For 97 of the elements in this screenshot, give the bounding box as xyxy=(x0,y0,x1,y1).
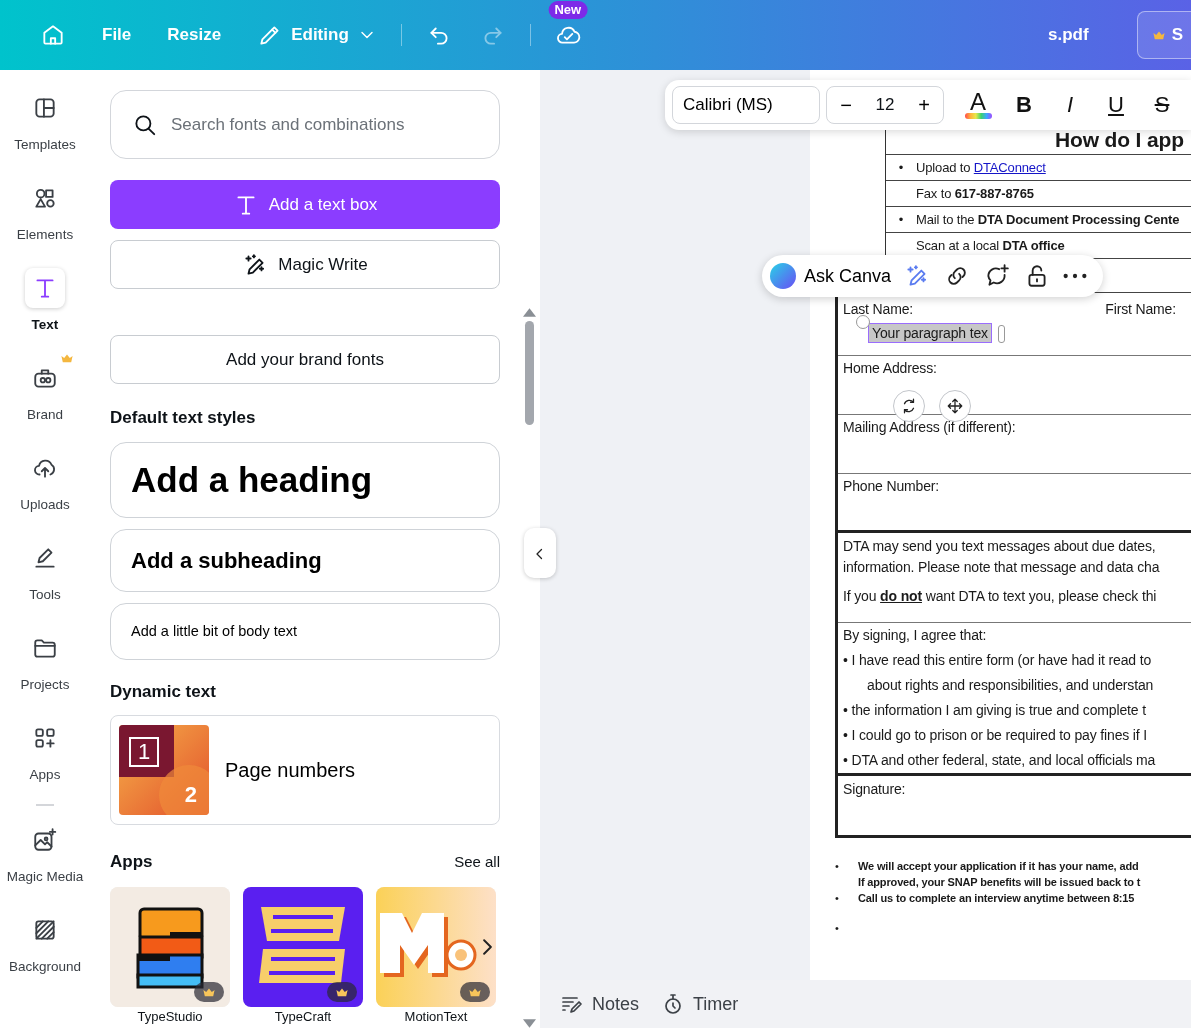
app-name: MotionText xyxy=(404,1009,468,1025)
bullet: • xyxy=(835,859,840,874)
scrollbar-thumb[interactable] xyxy=(524,321,534,425)
font-size-field[interactable]: − 12 + xyxy=(826,86,944,124)
list-text: Scan at a local DTA office xyxy=(916,236,1065,255)
section-title: Default text styles xyxy=(110,408,257,429)
chevron-right-icon xyxy=(483,939,492,956)
link[interactable]: DTAConnect xyxy=(973,159,1046,175)
body-style-button[interactable]: Add a little bit of body text xyxy=(110,603,500,661)
field-label: First Name: xyxy=(1105,300,1176,319)
timer-button[interactable]: Timer xyxy=(661,990,739,1018)
more-icon xyxy=(1063,273,1088,279)
crown-icon xyxy=(335,986,349,999)
app-name: TypeStudio xyxy=(137,1009,203,1025)
document-text: information. Please note that message and data cha xyxy=(843,558,1161,577)
sidebar-tab[interactable]: Brand xyxy=(0,358,90,448)
subheading-style-button[interactable]: Add a subheading xyxy=(110,529,500,593)
page-numbers-card[interactable]: 1 2 Page numbers xyxy=(110,714,500,825)
magic-write-button[interactable]: Magic Write xyxy=(110,240,500,289)
crown-icon xyxy=(1151,29,1166,41)
file-name: s.pdf xyxy=(1048,24,1089,47)
sidebar-tab[interactable]: Background xyxy=(0,910,90,1000)
page-digit: 2 xyxy=(184,780,197,809)
document-text: DTA may send you text messages about due dates, xyxy=(843,537,1157,556)
sidebar-tab[interactable]: Text xyxy=(0,268,90,358)
section-title: Apps xyxy=(110,851,153,873)
apps-icon xyxy=(32,725,58,751)
italic-button[interactable]: I xyxy=(1050,94,1090,116)
add-text-box-button[interactable]: Add a text box xyxy=(110,180,500,229)
color-bar xyxy=(964,113,992,119)
field-label: Home Address: xyxy=(843,360,937,376)
sidebar-tab[interactable]: Elements xyxy=(0,178,90,268)
bold-button[interactable]: B xyxy=(1004,94,1044,116)
new-badge: New xyxy=(548,1,588,19)
sidebar-tab[interactable]: Magic Media xyxy=(0,820,90,910)
section-title: Dynamic text xyxy=(110,682,217,703)
document-text: We will accept your application if it has your name, add xyxy=(858,859,1139,874)
sidebar-tab[interactable]: Apps xyxy=(0,718,90,808)
decrease-button[interactable]: − xyxy=(831,90,861,120)
next-button[interactable] xyxy=(483,939,492,956)
bullet: • xyxy=(835,921,840,936)
bullet: • xyxy=(897,158,905,177)
field-label: Phone Number: xyxy=(843,478,940,494)
document-text: • the information I am giving is true and complete t xyxy=(843,701,1147,720)
bullet: • xyxy=(835,891,840,906)
see-all-link[interactable]: See all xyxy=(454,850,500,874)
list-text: Fax to 617-887-8765 xyxy=(916,184,1034,203)
document-text: • I could go to prison or be required to pay fines if I xyxy=(843,726,1149,745)
scroll-up-icon[interactable] xyxy=(522,308,536,317)
more-button[interactable] xyxy=(1063,273,1088,279)
ask-canva-button[interactable]: Ask Canva xyxy=(770,262,892,290)
app-name: TypeCraft xyxy=(274,1009,332,1025)
scroll-down-icon[interactable] xyxy=(522,1019,536,1028)
pen-icon xyxy=(32,545,58,571)
field-label: Signature: xyxy=(843,781,906,797)
crown-icon xyxy=(468,986,482,999)
increase-button[interactable]: + xyxy=(909,90,939,120)
list-text: Mail to the DTA Document Processing Cente xyxy=(916,210,1180,229)
sidebar-tab[interactable]: Uploads xyxy=(0,448,90,538)
share-button[interactable]: S xyxy=(1136,11,1191,59)
layout-icon xyxy=(32,95,58,121)
bullet: • xyxy=(897,210,905,229)
field-label: Mailing Address (if different): xyxy=(843,419,1016,435)
underline-button[interactable]: U xyxy=(1096,94,1136,116)
resize-handle[interactable] xyxy=(998,325,1005,343)
search-field[interactable]: Search fonts and combinations xyxy=(110,90,500,159)
move-icon xyxy=(946,397,964,415)
sidebar-tab[interactable]: Tools xyxy=(0,538,90,628)
image-icon xyxy=(32,827,58,853)
field-label: Last Name: xyxy=(843,300,914,319)
sidebar-tab[interactable]: Projects xyxy=(0,628,90,718)
heading-style-button[interactable]: Add a heading xyxy=(110,442,500,519)
document-text: By signing, I agree that: xyxy=(843,626,988,645)
text-color-button[interactable]: A xyxy=(958,91,998,119)
document-text: If you do not want DTA to text you, please check thi xyxy=(843,587,1158,606)
app-tile[interactable] xyxy=(110,887,230,1008)
document-text: • DTA and other federal, state, and local officials ma xyxy=(843,751,1157,770)
crown-icon xyxy=(202,986,216,999)
selected-text-box[interactable]: Your paragraph tex xyxy=(868,323,992,343)
strike-button[interactable]: S xyxy=(1142,94,1182,116)
add-brand-fonts-button[interactable]: Add your brand fonts xyxy=(110,335,500,384)
document-text: If approved, your SNAP benefits will be issued back to t xyxy=(858,875,1141,890)
font-dropdown[interactable]: Calibri (MS) xyxy=(672,86,820,124)
page-digit: 1 xyxy=(129,736,159,767)
document-text: about rights and responsibilities, and understan xyxy=(866,676,1155,695)
search-icon xyxy=(132,112,158,138)
sidebar-tab[interactable]: Templates xyxy=(0,88,90,178)
comment-icon xyxy=(984,263,1011,289)
list-text: Upload to DTAConnect xyxy=(916,158,1046,177)
app-tile[interactable] xyxy=(243,887,363,1008)
app-tile[interactable] xyxy=(376,887,496,1008)
assistant-icon xyxy=(770,263,796,289)
notes-button[interactable]: Notes xyxy=(560,990,640,1018)
resize-handle[interactable] xyxy=(856,315,870,329)
hatched-square-icon xyxy=(32,917,58,943)
document-text: • I have read this entire form (or have had it read to xyxy=(843,651,1153,670)
document-text: Call us to complete an interview anytime between 8:15 xyxy=(858,891,1135,906)
